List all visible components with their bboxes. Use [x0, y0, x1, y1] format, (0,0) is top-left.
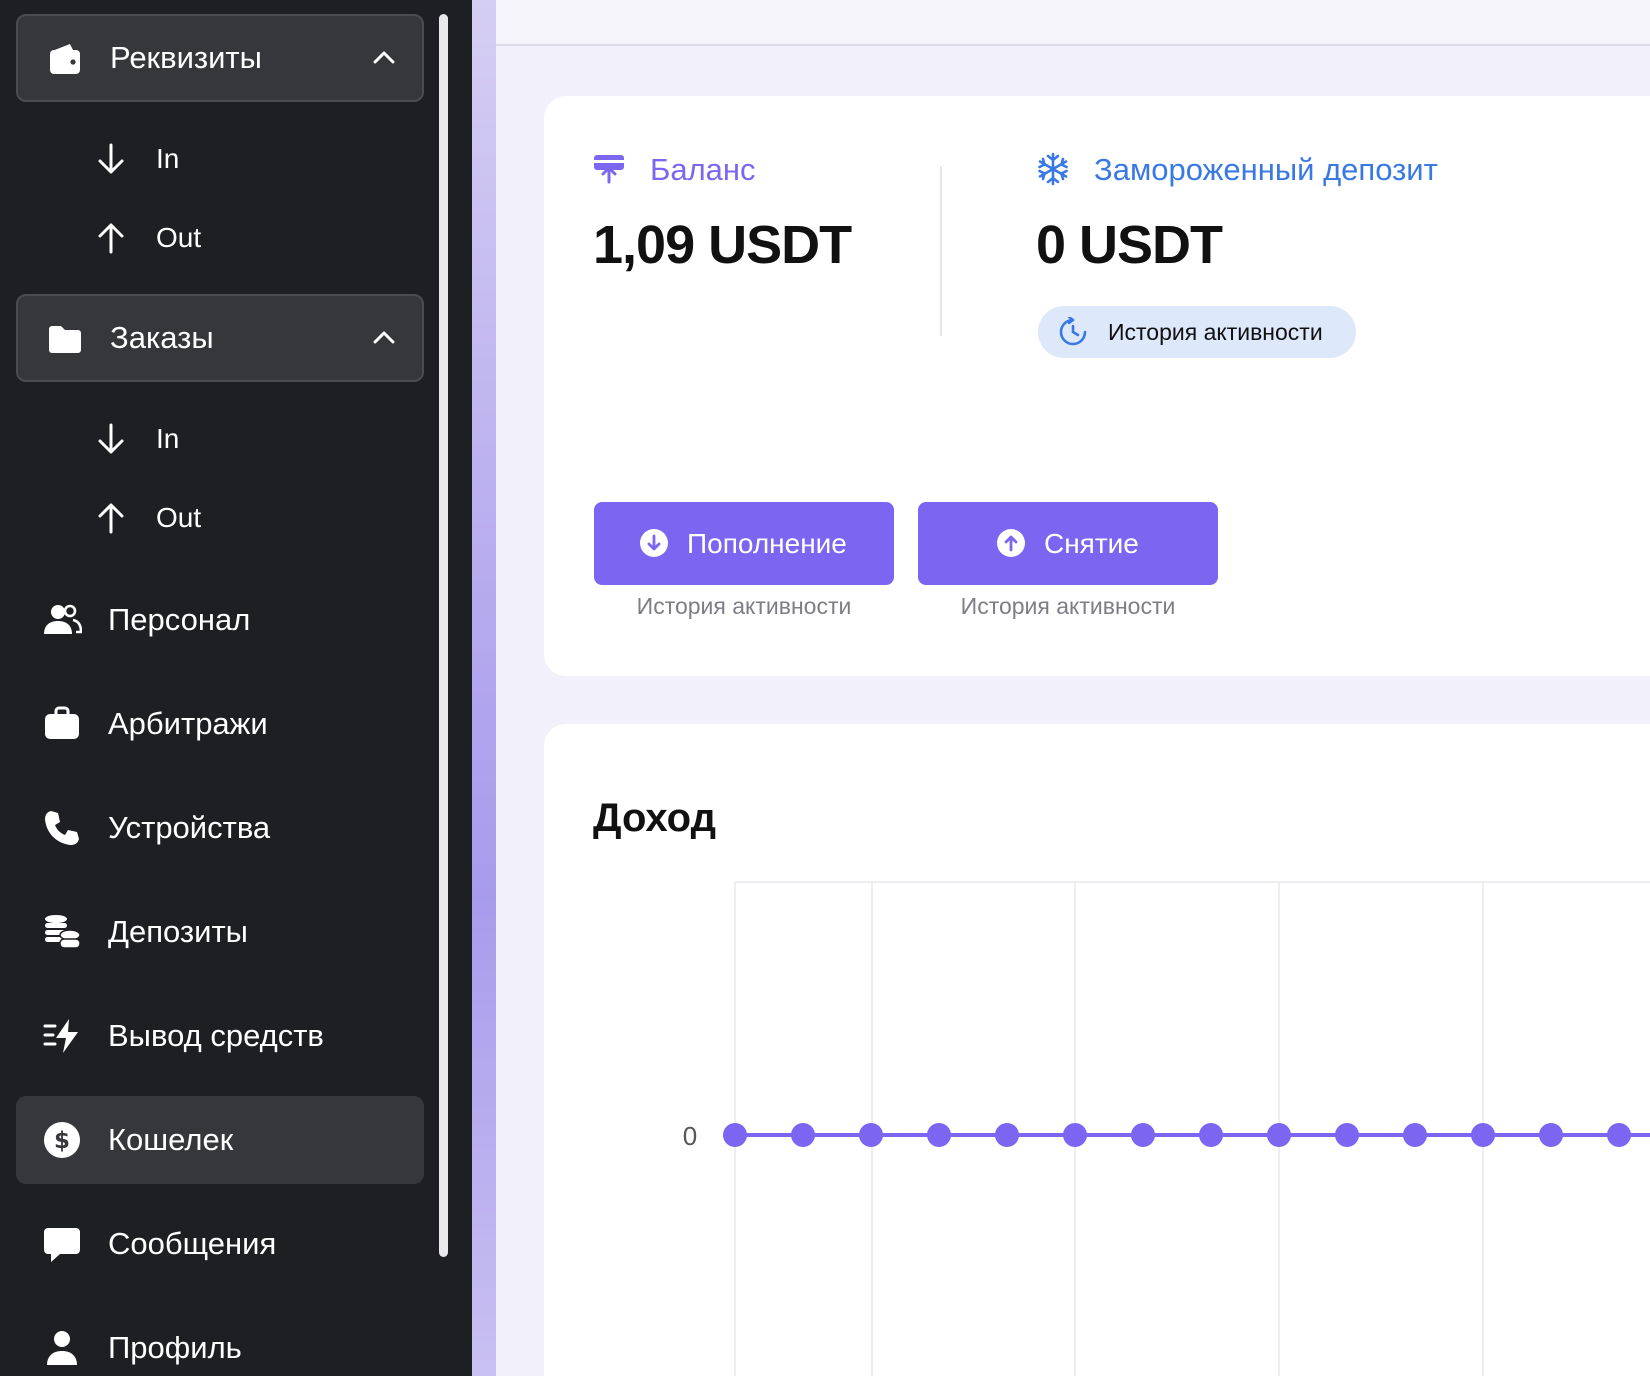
sidebar-sub-label: In: [156, 423, 180, 454]
balance-value: 1,09 USDT: [593, 215, 852, 275]
sidebar-item-label: Устройства: [108, 810, 271, 845]
sidebar: Реквизиты In Out Заказы In Out Персонал …: [0, 0, 472, 1376]
sidebar-group-requisites[interactable]: Реквизиты: [16, 14, 424, 102]
sidebar-item-label: Персонал: [108, 602, 251, 637]
history-icon: [1059, 317, 1087, 346]
withdraw-button[interactable]: Снятие: [918, 502, 1218, 585]
sidebar-scrollbar[interactable]: [439, 14, 448, 1257]
top-bar: [496, 0, 1650, 46]
chart-point: [1063, 1123, 1087, 1147]
sidebar-item-devices[interactable]: Устройства: [16, 784, 424, 872]
chart-y-tick-label: 0: [683, 1121, 697, 1151]
chart-point: [927, 1123, 951, 1147]
income-chart: 0: [683, 881, 1650, 1376]
chart-point: [859, 1123, 883, 1147]
arrow-up-circle-icon: [997, 529, 1025, 557]
chart-point: [1267, 1123, 1291, 1147]
sidebar-item-label: Арбитражи: [108, 706, 268, 741]
chart-point: [791, 1123, 815, 1147]
chart-point: [1471, 1123, 1495, 1147]
withdraw-history-link[interactable]: История активности: [918, 593, 1218, 620]
users-icon: [44, 604, 82, 634]
chart-point: [723, 1123, 747, 1147]
balance-card: Баланс 1,09 USDT Замороженный депозит 0 …: [544, 96, 1650, 676]
dollar-circle-icon: $: [44, 1122, 80, 1158]
arrow-down-icon: [98, 143, 124, 174]
sidebar-group-label: Заказы: [110, 320, 214, 355]
sidebar-group-label: Реквизиты: [110, 40, 262, 75]
balance-label: Баланс: [650, 152, 756, 187]
chart-point: [1607, 1123, 1631, 1147]
arrow-down-circle-icon: [640, 529, 668, 557]
folder-icon: [49, 326, 81, 353]
chart-point: [1199, 1123, 1223, 1147]
income-card: Доход 0: [544, 724, 1650, 1376]
wallet-icon: [50, 44, 80, 74]
arrow-up-icon: [98, 503, 124, 534]
chart-point: [1335, 1123, 1359, 1147]
frozen-deposit-value: 0 USDT: [1036, 215, 1223, 275]
sidebar-item-profile[interactable]: Профиль: [16, 1304, 424, 1376]
briefcase-icon: [45, 706, 79, 739]
arrow-up-icon: [98, 223, 124, 254]
sidebar-item-messages[interactable]: Сообщения: [16, 1200, 424, 1288]
arrow-down-icon: [98, 423, 124, 454]
sidebar-item-label: Вывод средств: [108, 1018, 324, 1053]
sidebar-sub-label: In: [156, 143, 180, 174]
sidebar-item-label: Депозиты: [108, 914, 248, 949]
sidebar-item-withdrawals[interactable]: Вывод средств: [16, 992, 424, 1080]
svg-text:$: $: [54, 1128, 70, 1154]
lightning-icon: [43, 1019, 78, 1053]
sidebar-item-wallet[interactable]: $ Кошелек: [16, 1096, 424, 1184]
activity-history-label: История активности: [1108, 319, 1323, 345]
accent-strip: [472, 0, 496, 1376]
activity-history-button[interactable]: История активности: [1038, 306, 1356, 358]
sidebar-item-arbitrage[interactable]: Арбитражи: [16, 680, 424, 768]
sidebar-item-label: Профиль: [108, 1330, 242, 1365]
sidebar-sub-orders-out[interactable]: Out: [92, 498, 201, 538]
frozen-deposit-label: Замороженный депозит: [1094, 152, 1438, 187]
deposit-history-link[interactable]: История активности: [594, 593, 894, 620]
sidebar-item-label: Сообщения: [108, 1226, 277, 1261]
chevron-up-icon[interactable]: [370, 44, 398, 72]
sidebar-sub-requisites-in[interactable]: In: [92, 139, 179, 179]
sidebar-group-orders[interactable]: Заказы: [16, 294, 424, 382]
balance-icon: [594, 155, 624, 184]
user-icon: [47, 1331, 77, 1365]
chevron-up-icon[interactable]: [370, 324, 398, 352]
phone-icon: [45, 811, 79, 845]
coins-icon: [45, 915, 81, 949]
sidebar-sub-label: Out: [156, 502, 202, 533]
chart-point: [1539, 1123, 1563, 1147]
chart-point: [995, 1123, 1019, 1147]
snowflake-icon: [1038, 152, 1068, 186]
sidebar-item-staff[interactable]: Персонал: [16, 576, 424, 664]
sidebar-item-deposits[interactable]: Депозиты: [16, 888, 424, 976]
withdraw-button-label: Снятие: [1044, 528, 1139, 559]
sidebar-sub-orders-in[interactable]: In: [92, 419, 179, 459]
chart-point: [1131, 1123, 1155, 1147]
divider: [940, 166, 942, 336]
deposit-button-label: Пополнение: [687, 528, 847, 559]
chart-point: [1403, 1123, 1427, 1147]
sidebar-item-label: Кошелек: [108, 1122, 234, 1157]
deposit-button[interactable]: Пополнение: [594, 502, 894, 585]
sidebar-sub-requisites-out[interactable]: Out: [92, 218, 201, 258]
sidebar-sub-label: Out: [156, 222, 202, 253]
chat-icon: [44, 1228, 80, 1262]
